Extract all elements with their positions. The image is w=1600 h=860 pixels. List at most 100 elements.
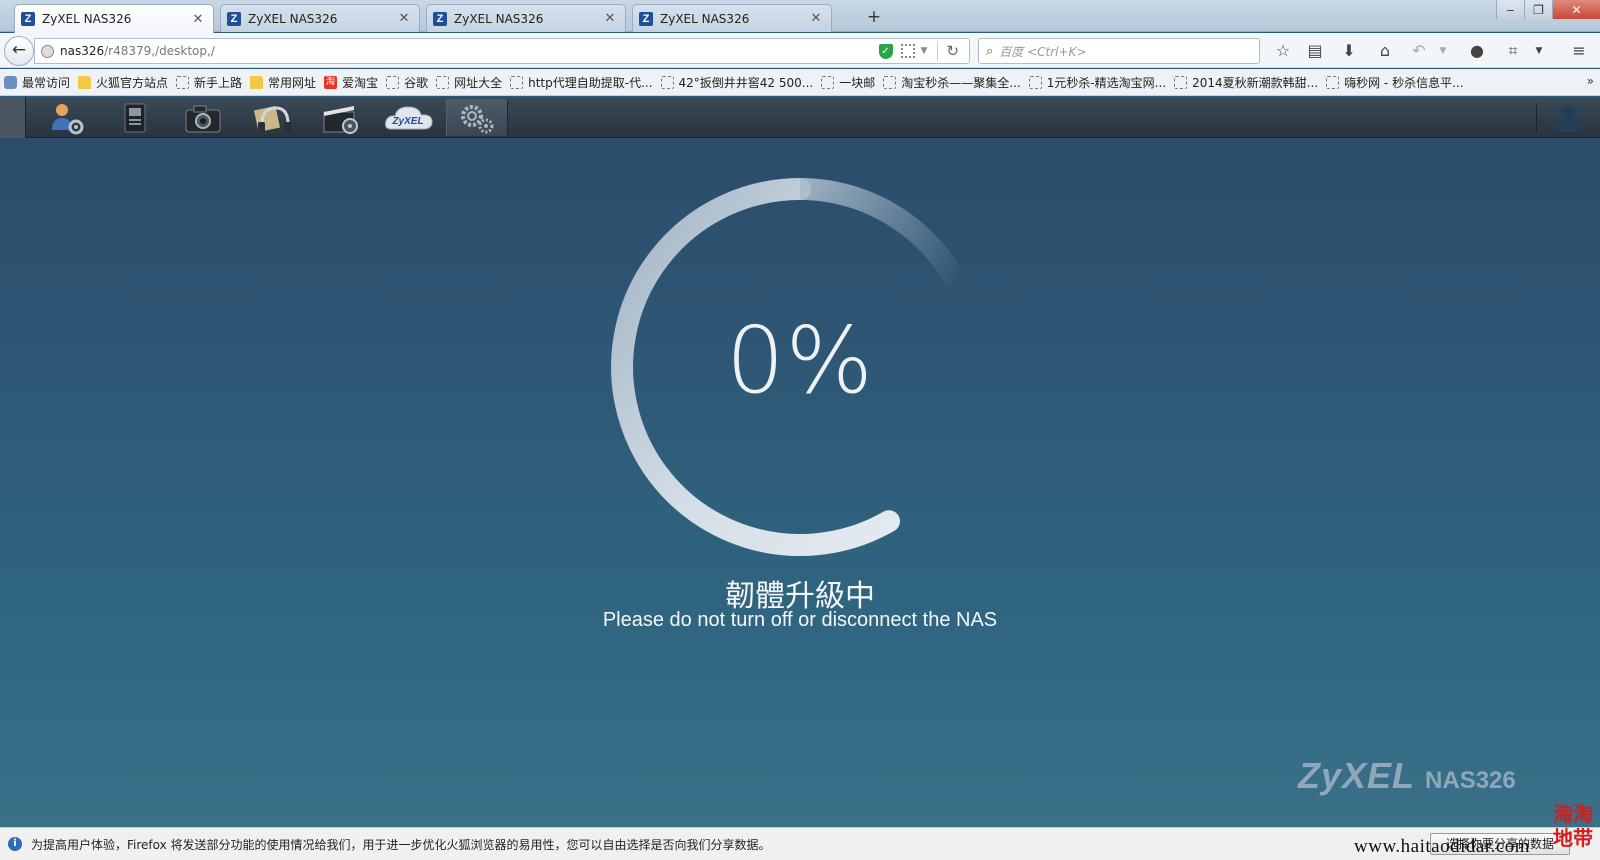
- notification-text: 为提高用户体验，Firefox 将发送部分功能的使用情况给我们，用于进一步优化火…: [31, 837, 771, 852]
- user-settings-icon[interactable]: [36, 99, 98, 136]
- tab-1[interactable]: Z ZyXEL NAS326 ✕: [14, 4, 214, 33]
- bookmark-item[interactable]: 嗨秒网 - 秒杀信息平...: [1326, 74, 1464, 91]
- bookmark-label: 爱淘宝: [342, 75, 379, 90]
- crop-screenshot-icon[interactable]: ⌗: [1502, 41, 1524, 61]
- close-tab-icon[interactable]: ✕: [397, 11, 411, 26]
- close-tab-icon[interactable]: ✕: [809, 11, 823, 26]
- watermark-seal: 海淘地带: [1553, 802, 1593, 850]
- qr-code-icon[interactable]: [900, 44, 915, 58]
- firmware-upgrade-warning: Please do not turn off or disconnect the…: [602, 609, 998, 631]
- url-host: nas326: [60, 44, 105, 58]
- page-icon: [660, 75, 674, 89]
- progress-percent: 0%: [726, 307, 874, 414]
- bookmark-label: 2014夏秋新潮款韩甜...: [1192, 75, 1319, 90]
- tab-title: ZyXEL NAS326: [248, 11, 338, 26]
- download-icon[interactable]: ⬇: [1338, 41, 1360, 61]
- bookmark-item[interactable]: 谷歌: [386, 74, 428, 91]
- progress-arc-fade: [799, 178, 983, 324]
- zyxel-favicon-icon: Z: [227, 11, 241, 26]
- window-close-button[interactable]: ✕: [1552, 0, 1600, 19]
- chevron-down-icon[interactable]: ▼: [921, 46, 928, 56]
- tab-2[interactable]: Z ZyXEL NAS326 ✕: [220, 4, 420, 32]
- bookmark-item[interactable]: 2014夏秋新潮款韩甜...: [1174, 74, 1318, 91]
- bookmark-label: 网址大全: [454, 75, 503, 90]
- bookmarks-bar: 最常访问 火狐官方站点 新手上路 常用网址 淘爱淘宝 谷歌 网址大全 http代…: [0, 69, 1600, 96]
- bookmark-label: 42°扳倒井井窖42 500...: [678, 75, 814, 90]
- page-icon: [1174, 75, 1188, 89]
- new-tab-button[interactable]: +: [862, 6, 886, 28]
- page-icon: [436, 75, 450, 89]
- navigation-bar: ← nas326/r48379,/desktop,/ ✓ ▼ ↻ ⌕ 百度 <C…: [0, 33, 1600, 68]
- tab-4[interactable]: Z ZyXEL NAS326 ✕: [632, 4, 832, 32]
- bookmark-item[interactable]: 一块邮: [821, 74, 875, 91]
- shield-icon[interactable]: ✓: [878, 43, 893, 59]
- brand-logo: ZyXEL: [1298, 755, 1416, 796]
- bookmark-item[interactable]: 常用网址: [250, 74, 316, 91]
- tab-3[interactable]: Z ZyXEL NAS326 ✕: [426, 4, 626, 32]
- photo-icon[interactable]: [172, 99, 234, 136]
- url-text: nas326/r48379,/desktop,/: [60, 44, 879, 58]
- info-icon: i: [8, 837, 22, 851]
- zyxel-favicon-icon: Z: [21, 12, 35, 26]
- bookmark-item[interactable]: 淘宝秒杀——聚集全...: [883, 74, 1021, 91]
- file-browser-icon[interactable]: [104, 99, 166, 136]
- reload-icon[interactable]: ↻: [946, 42, 959, 60]
- close-tab-icon[interactable]: ✕: [191, 12, 205, 27]
- folder-icon: [250, 75, 264, 89]
- chat-icon[interactable]: ●: [1466, 41, 1488, 61]
- zyxel-favicon-icon: Z: [639, 11, 653, 26]
- page-icon: [1028, 75, 1042, 89]
- bookmark-label: 嗨秒网 - 秒杀信息平...: [1344, 75, 1464, 90]
- bookmark-item[interactable]: 火狐官方站点: [78, 74, 168, 91]
- brand-model: NAS326: [1425, 767, 1516, 794]
- zyxel-cloud-label: ZyXEL: [391, 116, 423, 127]
- bookmark-label: 谷歌: [404, 75, 429, 90]
- url-path: /r48379,/desktop,/: [104, 44, 215, 58]
- settings-gears-icon[interactable]: [446, 99, 508, 136]
- reading-list-icon[interactable]: ▤: [1304, 41, 1326, 61]
- toolbar-edge: [0, 97, 26, 138]
- user-account-icon[interactable]: [1552, 103, 1584, 133]
- bookmark-label: 淘宝秒杀——聚集全...: [901, 75, 1021, 90]
- bookmark-label: 1元秒杀-精选淘宝网...: [1046, 75, 1167, 90]
- close-tab-icon[interactable]: ✕: [603, 11, 617, 26]
- bookmark-item[interactable]: 1元秒杀-精选淘宝网...: [1028, 74, 1167, 91]
- bookmark-item[interactable]: http代理自助提取-代...: [510, 74, 653, 91]
- bookmarks-overflow-button[interactable]: »: [1587, 74, 1594, 88]
- menu-icon[interactable]: ≡: [1568, 41, 1590, 61]
- tab-title: ZyXEL NAS326: [454, 11, 544, 26]
- taobao-icon: 淘: [324, 75, 338, 89]
- minimize-button[interactable]: ‒: [1496, 0, 1524, 19]
- page-icon: [821, 75, 835, 89]
- undo-icon[interactable]: ↶: [1408, 41, 1430, 61]
- address-bar[interactable]: nas326/r48379,/desktop,/ ✓ ▼ ↻: [34, 38, 970, 64]
- music-icon[interactable]: [240, 99, 302, 136]
- chevron-down-icon[interactable]: ▼: [1432, 41, 1454, 61]
- bookmark-item[interactable]: 网址大全: [436, 74, 502, 91]
- page-icon: [176, 75, 190, 89]
- back-button[interactable]: ←: [4, 36, 34, 66]
- bookmark-label: 新手上路: [194, 75, 243, 90]
- bookmark-label: 常用网址: [268, 75, 317, 90]
- bookmark-star-icon[interactable]: ☆: [1272, 41, 1294, 61]
- globe-icon: [41, 44, 54, 58]
- nas-desktop: ZyXEL 0% 韌體升級中 Please do not turn off or…: [0, 97, 1600, 827]
- window-controls: ‒ ❐ ✕: [1496, 0, 1600, 20]
- folder-icon: [78, 75, 92, 89]
- bookmark-item[interactable]: 淘爱淘宝: [324, 74, 378, 91]
- video-icon[interactable]: [308, 99, 370, 136]
- zyxel-nas-logo: ZyXEL NAS326: [1298, 755, 1516, 797]
- bookmark-label: 最常访问: [22, 75, 71, 90]
- most-visited-icon: [4, 75, 17, 89]
- bookmark-item[interactable]: 42°扳倒井井窖42 500...: [660, 74, 814, 91]
- home-icon[interactable]: ⌂: [1374, 41, 1396, 61]
- search-input[interactable]: ⌕ 百度 <Ctrl+K>: [978, 38, 1260, 64]
- page-icon: [1326, 75, 1340, 89]
- bookmark-item[interactable]: 最常访问: [4, 74, 70, 91]
- page-icon: [883, 75, 897, 89]
- maximize-button[interactable]: ❐: [1524, 0, 1552, 19]
- toolbar-divider: [1536, 103, 1537, 133]
- chevron-down-icon[interactable]: ▼: [1528, 41, 1550, 61]
- bookmark-item[interactable]: 新手上路: [176, 74, 242, 91]
- zyxel-cloud-icon[interactable]: ZyXEL: [378, 99, 440, 136]
